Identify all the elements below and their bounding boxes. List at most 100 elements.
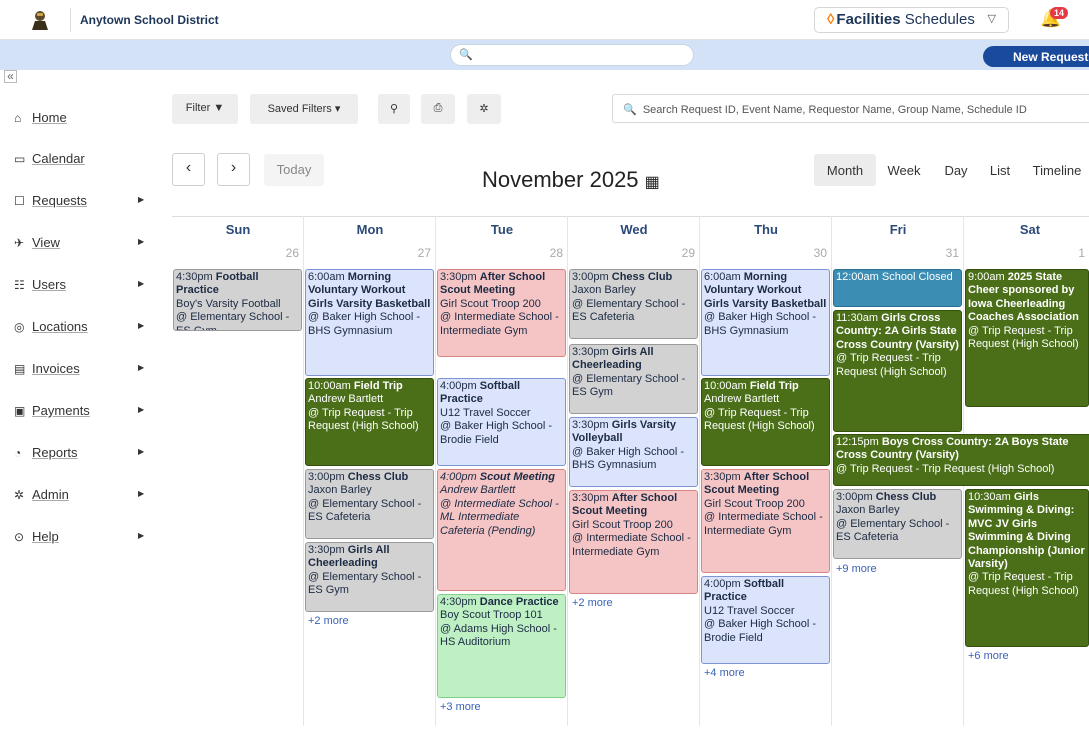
sidebar-item-users[interactable]: ☷ Users ▶: [14, 277, 154, 301]
event-school-closed[interactable]: 12:00am School Closed: [833, 269, 962, 307]
chevron-left-icon: ‹: [185, 159, 192, 176]
month-title: November 2025 ▦: [482, 167, 660, 193]
search-icon: 🔍: [459, 49, 473, 61]
event-chess-club[interactable]: 3:00pm Chess Club Jaxon Barley @ Elementar…: [305, 469, 434, 539]
event-swimming-diving[interactable]: 10:30am Girls Swimming & Diving: MVC JV …: [965, 489, 1089, 647]
day-header-mon: Mon: [356, 222, 384, 237]
day-header-thu: Thu: [754, 222, 778, 237]
event-dance-practice[interactable]: 4:30pm Dance Practice Boy Scout Troop 101…: [437, 594, 566, 698]
event-scout-meeting[interactable]: 3:30pm After School Scout Meeting Girl Sc…: [701, 469, 830, 573]
event-morning-workout[interactable]: 6:00am Morning Voluntary Workout Girls V…: [701, 269, 830, 376]
event-field-trip[interactable]: 10:00am Field Trip Andrew Bartlett @ Trip …: [701, 378, 830, 466]
sidebar-item-requests[interactable]: ☐ Requests ▶: [14, 193, 154, 217]
global-search-input[interactable]: 🔍: [450, 44, 694, 66]
event-chess-club[interactable]: 3:00pm Chess Club Jaxon Barley @ Elementar…: [833, 489, 962, 559]
collapse-sidebar-icon[interactable]: «: [4, 70, 17, 83]
event-scout-meeting[interactable]: 3:30pm After School Scout Meeting Girl Sc…: [569, 490, 698, 594]
expand-arrow-icon: ▶: [138, 447, 145, 456]
event-scout-meeting[interactable]: 3:30pm After School Scout Meeting Girl Sc…: [437, 269, 566, 357]
day-header-sat: Sat: [1019, 222, 1041, 237]
requests-icon: ☐: [14, 194, 25, 208]
event-cheerleading[interactable]: 3:30pm Girls All Cheerleading @ Elementar…: [569, 344, 698, 414]
expand-arrow-icon: ▶: [138, 363, 145, 372]
event-volleyball[interactable]: 3:30pm Girls Varsity Volleyball @ Baker H…: [569, 417, 698, 487]
more-link-wed[interactable]: +2 more: [572, 597, 613, 609]
view-month-button[interactable]: Month: [814, 154, 876, 186]
sidebar-item-view[interactable]: ✈ View ▶: [14, 235, 154, 259]
top-bar: Anytown School District ◊ Facilities Sche…: [0, 0, 1089, 40]
filter-label: Filter: [185, 102, 211, 114]
view-timeline-button[interactable]: Timeline: [1026, 154, 1088, 186]
more-link-sat[interactable]: +6 more: [968, 650, 1009, 662]
district-name[interactable]: Anytown School District: [80, 13, 219, 27]
notification-badge: 14: [1050, 7, 1069, 19]
expand-arrow-icon: ▶: [138, 279, 145, 288]
view-week-button[interactable]: Week: [878, 154, 930, 186]
event-chess-club[interactable]: 3:00pm Chess Club Jaxon Barley @ Elementar…: [569, 269, 698, 339]
print-icon: ⎙: [433, 102, 443, 114]
event-softball-practice[interactable]: 4:00pm Softball Practice U12 Travel Socce…: [437, 378, 566, 466]
saved-filters-label: Saved Filters: [267, 103, 332, 115]
users-icon: ☷: [14, 278, 25, 292]
event-state-cheer[interactable]: 9:00am 2025 State Cheer sponsored by Iow…: [965, 269, 1089, 407]
binoculars-button[interactable]: ⚲: [378, 94, 410, 124]
more-link-tue[interactable]: +3 more: [440, 701, 481, 713]
event-scout-meeting-pending[interactable]: 4:00pm Scout Meeting Andrew Bartlett @ Int…: [437, 469, 566, 591]
expand-arrow-icon: ▶: [138, 195, 145, 204]
day-header-wed: Wed: [620, 222, 648, 237]
prev-month-button[interactable]: ‹: [172, 153, 205, 186]
event-boys-cross-country[interactable]: 12:15pm Boys Cross Country: 2A Boys Stat…: [833, 434, 1089, 486]
day-header-tue: Tue: [490, 222, 514, 237]
date-number[interactable]: 30: [701, 246, 831, 260]
filter-button[interactable]: Filter ▼: [172, 94, 238, 124]
more-link-fri[interactable]: +9 more: [836, 563, 877, 575]
event-morning-workout[interactable]: 6:00am Morning Voluntary Workout Girls V…: [305, 269, 434, 376]
new-request-button[interactable]: New Request: [983, 46, 1089, 67]
payment-icon: ▣: [14, 404, 26, 418]
date-number[interactable]: 26: [173, 246, 303, 260]
sidebar-item-locations[interactable]: ◎ Locations ▶: [14, 319, 154, 343]
sidebar-item-reports[interactable]: ◔ Reports ▶: [14, 445, 154, 469]
search-icon: 🔍: [623, 104, 637, 116]
print-button[interactable]: ⎙: [421, 94, 455, 124]
more-link-thu[interactable]: +4 more: [704, 667, 745, 679]
saved-filters-button[interactable]: Saved Filters ▾: [250, 94, 358, 124]
day-header-sun: Sun: [225, 222, 251, 237]
date-number[interactable]: 1: [965, 246, 1089, 260]
sidebar-item-label: Reports: [32, 445, 78, 460]
expand-arrow-icon: ▶: [138, 489, 145, 498]
request-search-input[interactable]: 🔍 Search Request ID, Event Name, Request…: [612, 94, 1089, 123]
calendar-icon: ▭: [14, 152, 26, 166]
view-list-button[interactable]: List: [980, 154, 1020, 186]
date-number[interactable]: 27: [305, 246, 435, 260]
date-number[interactable]: 29: [569, 246, 699, 260]
sidebar-item-home[interactable]: ⌂ Home: [14, 110, 154, 134]
facilities-label: Facilities: [836, 11, 901, 28]
next-month-button[interactable]: ›: [217, 153, 250, 186]
event-field-trip[interactable]: 10:00am Field Trip Andrew Bartlett @ Trip …: [305, 378, 434, 466]
sidebar-item-admin[interactable]: ✲ Admin ▶: [14, 487, 154, 511]
settings-button[interactable]: ✲: [467, 94, 501, 124]
event-cheerleading[interactable]: 3:30pm Girls All Cheerleading @ Elementar…: [305, 542, 434, 612]
funnel-icon: ▼: [213, 102, 225, 114]
more-link-mon[interactable]: +2 more: [308, 615, 349, 627]
expand-arrow-icon: ▶: [138, 531, 145, 540]
binoculars-icon: ⚲: [389, 103, 399, 115]
view-day-button[interactable]: Day: [936, 154, 976, 186]
event-softball-practice[interactable]: 4:00pm Softball Practice U12 Travel Socce…: [701, 576, 830, 664]
sidebar-item-invoices[interactable]: ▤ Invoices ▶: [14, 361, 154, 385]
date-number[interactable]: 31: [833, 246, 963, 260]
sidebar-item-label: Invoices: [32, 361, 80, 376]
sidebar-item-calendar[interactable]: ▭ Calendar: [14, 151, 154, 175]
calendar-icon[interactable]: ▦: [645, 174, 660, 191]
caret-down-icon: ▾: [334, 103, 341, 115]
sidebar-item-payments[interactable]: ▣ Payments ▶: [14, 403, 154, 427]
event-girls-cross-country[interactable]: 11:30am Girls Cross Country: 2A Girls St…: [833, 310, 962, 432]
schedules-label: Schedules: [900, 11, 975, 28]
sidebar-item-help[interactable]: ⊙ Help ▶: [14, 529, 154, 553]
district-logo[interactable]: [28, 8, 52, 32]
event-football-practice[interactable]: 4:30pm Football Practice Boy's Varsity Fo…: [173, 269, 302, 331]
facilities-schedules-select[interactable]: ◊ Facilities Schedules ▽: [814, 7, 1009, 33]
date-number[interactable]: 28: [437, 246, 567, 260]
today-button[interactable]: Today: [264, 154, 324, 186]
